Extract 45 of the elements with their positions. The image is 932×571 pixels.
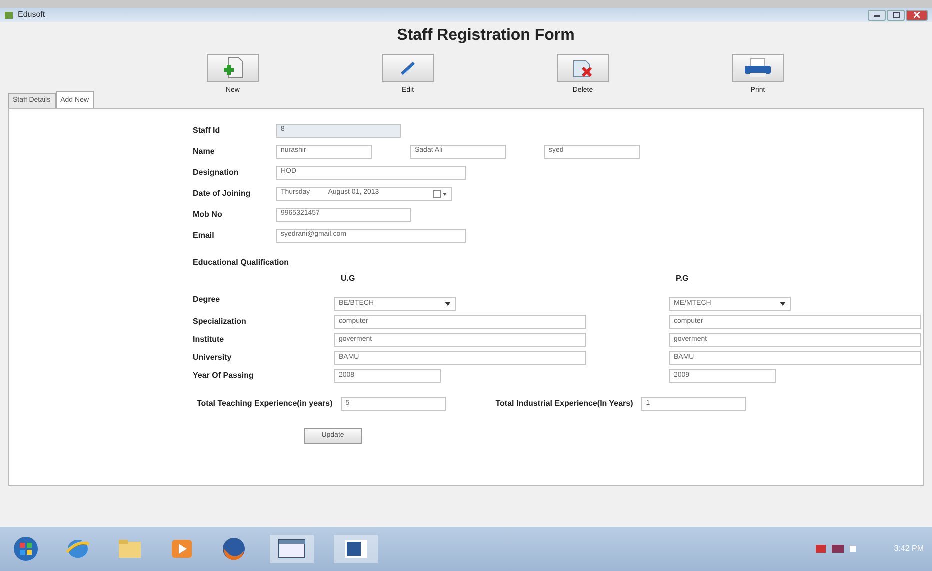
start-orb-icon [13,536,39,562]
calendar-icon [433,190,447,198]
media-player-icon [171,539,193,559]
close-icon [914,12,920,18]
field-label: Designation [193,166,240,178]
document-icon [344,539,368,559]
column-heading: P.G [675,273,690,285]
form-title: Staff Registration Form [397,27,575,44]
edit-button[interactable] [382,54,434,82]
globe-icon [66,538,90,560]
maximize-button[interactable] [887,10,905,20]
field-label: Date of Joining [193,188,252,200]
field-label: Total Teaching Experience(in years) [197,398,333,410]
print-button[interactable] [732,54,784,82]
taskbar-icon[interactable] [334,535,378,563]
app-icon [4,10,14,20]
window-icon [278,539,306,559]
field-label: Institute [193,334,226,346]
folder-icon [118,539,142,559]
field-label: Total Industrial Experience(In Years) [496,398,634,410]
field-label: Year Of Passing [193,370,255,382]
browser-icon [222,537,246,561]
field-label: Degree [193,294,222,306]
new-button[interactable] [207,54,259,82]
delete-button[interactable] [557,54,609,82]
field-label: Email [193,230,216,242]
field-label: Mob No [193,208,224,220]
field-label: University [193,352,233,364]
column-heading: U.G [340,273,356,285]
dropdown-arrow-icon [445,302,451,306]
pencil-icon [399,61,417,75]
maximize-icon [892,12,900,18]
dropdown-arrow-icon [780,302,786,306]
field-label: Staff Id [193,124,222,136]
new-file-icon [222,57,244,79]
minimize-icon [874,14,880,16]
clock: 3:42 PM [894,543,924,555]
section-label: Educational Qualification [193,257,290,269]
window-title: Edusoft [18,9,46,21]
field-label: Name [193,146,216,158]
field-label: Specialization [193,316,248,328]
taskbar-icon[interactable] [270,535,314,563]
minimize-button[interactable] [868,10,886,20]
close-button[interactable] [906,10,928,20]
printer-icon [744,58,772,78]
